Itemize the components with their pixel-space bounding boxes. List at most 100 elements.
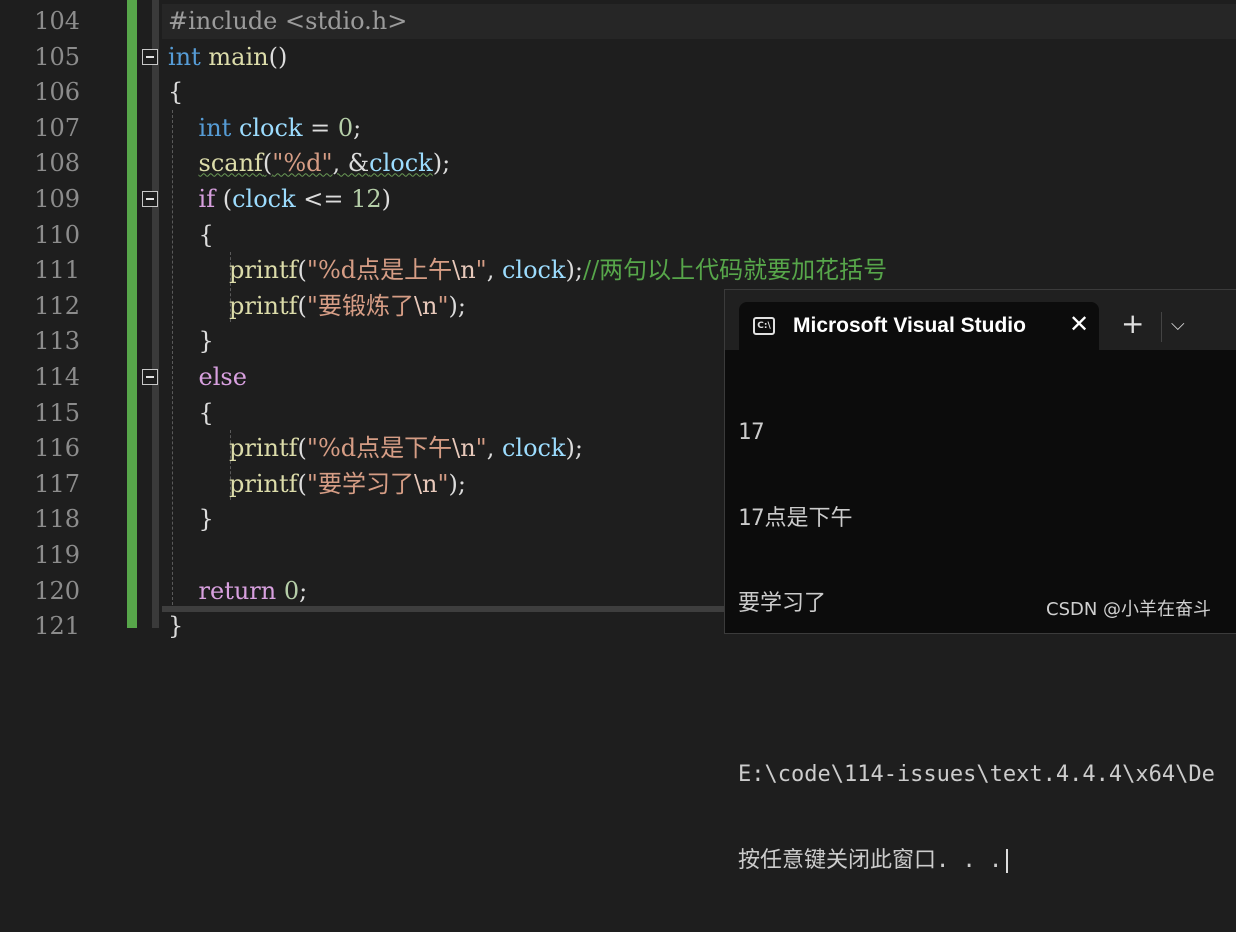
keyword: int (198, 113, 232, 142)
preprocessor-directive: #include (168, 7, 286, 35)
line-number: 111 (34, 256, 80, 285)
brace: { (198, 220, 214, 249)
console-line: E:\code\114-issues\text.4.4.4\x64\De (738, 762, 1215, 787)
close-icon[interactable]: ✕ (1069, 310, 1089, 338)
line-number: 107 (34, 113, 80, 142)
brace: } (168, 612, 184, 641)
punctuation: ); (448, 291, 466, 320)
code-line-118[interactable]: } (168, 502, 214, 538)
line-number: 106 (34, 78, 80, 107)
line-number-gutter: 104 105 106 107 108 109 110 111 112 113 … (0, 0, 125, 640)
string-literal: "%d" (272, 149, 333, 178)
variable: clock (501, 434, 566, 463)
code-line-115[interactable]: { (168, 396, 214, 432)
console-line: 17点是下午 (738, 505, 853, 531)
chevron-down-icon[interactable]: ⌵ (1171, 314, 1185, 335)
punctuation: , & (332, 149, 370, 178)
function-name: printf (229, 434, 298, 463)
line-number: 119 (34, 541, 80, 569)
operator: <= (295, 185, 352, 213)
fold-collapse-icon[interactable] (142, 49, 158, 65)
line-number: 121 (34, 612, 80, 641)
punctuation: ( (297, 256, 307, 285)
code-line-106[interactable]: { (168, 75, 183, 111)
brace: } (198, 505, 214, 534)
console-line: 17 (738, 420, 765, 445)
code-line-104[interactable]: #include <stdio.h> (168, 4, 407, 40)
terminal-tab[interactable]: C:\ Microsoft Visual Studio ✕ (739, 302, 1099, 352)
line-number: 112 (34, 291, 80, 320)
code-line-110[interactable]: { (168, 218, 214, 254)
code-line-112[interactable]: printf("要锻炼了\n"); (168, 289, 466, 325)
punctuation: ( (297, 291, 307, 320)
horizontal-scrollbar[interactable] (162, 606, 724, 612)
number: 12 (351, 185, 382, 213)
code-line-113[interactable]: } (168, 324, 214, 360)
tab-title: Microsoft Visual Studio (793, 314, 1026, 337)
string-literal: " (437, 469, 449, 498)
code-line-111[interactable]: printf("%d点是上午\n", clock);//两句以上代码就要加花括号 (168, 253, 887, 289)
code-line-109[interactable]: if (clock <= 12) (168, 182, 392, 218)
code-line-120[interactable]: return 0; (168, 574, 308, 610)
fold-collapse-icon[interactable] (142, 369, 158, 385)
escape-sequence: \n (413, 291, 438, 320)
punctuation: ; (353, 113, 362, 142)
string-literal: "%d点是上午 (306, 256, 453, 285)
escape-sequence: \n (452, 256, 476, 285)
number: 0 (283, 576, 300, 605)
code-line-121[interactable]: } (168, 609, 183, 645)
variable: clock (238, 113, 303, 142)
code-line-114[interactable]: else (168, 360, 247, 396)
punctuation: ; (299, 576, 308, 605)
console-output[interactable]: 17 17点是下午 要学习了 E:\code\114-issues\text.4… (738, 362, 1215, 932)
line-number: 118 (34, 505, 80, 534)
terminal-icon: C:\ (753, 317, 775, 335)
terminal-tab-bar: C:\ Microsoft Visual Studio ✕ + ⌵ (725, 290, 1236, 352)
punctuation: ); (448, 469, 466, 498)
punctuation: , (486, 434, 502, 463)
string-literal: "要学习了 (306, 469, 414, 498)
variable: clock (369, 149, 433, 178)
code-line-117[interactable]: printf("要学习了\n"); (168, 467, 466, 503)
punctuation: ( (297, 434, 307, 463)
keyword: int (168, 42, 201, 71)
line-number: 108 (34, 149, 80, 178)
brace: } (198, 327, 214, 356)
line-number: 114 (34, 363, 80, 391)
change-tracking-bar (127, 0, 137, 628)
variable: clock (232, 185, 296, 213)
tab-divider (1161, 312, 1162, 342)
line-number: 109 (34, 185, 80, 213)
keyword: else (198, 363, 247, 391)
line-number: 105 (34, 42, 80, 71)
punctuation: ( (297, 469, 307, 498)
code-line-105[interactable]: int main() (168, 40, 287, 76)
code-line-107[interactable]: int clock = 0; (168, 111, 362, 147)
punctuation: ) (381, 185, 392, 213)
operator: = (302, 113, 338, 142)
code-line-116[interactable]: printf("%d点是下午\n", clock); (168, 431, 583, 467)
brace: { (198, 398, 214, 427)
new-tab-plus-icon[interactable]: + (1121, 310, 1144, 338)
line-number: 110 (34, 220, 80, 249)
code-line-108[interactable]: scanf("%d", &clock); (168, 146, 451, 182)
punctuation: ( (215, 185, 233, 213)
function-name: printf (229, 469, 298, 498)
console-window[interactable]: C:\ Microsoft Visual Studio ✕ + ⌵ 17 17点… (724, 289, 1236, 873)
line-number: 113 (34, 327, 80, 356)
punctuation: ); (432, 149, 451, 178)
fold-collapse-icon[interactable] (142, 191, 158, 207)
escape-sequence: \n (452, 434, 476, 463)
punctuation: ( (262, 149, 273, 178)
